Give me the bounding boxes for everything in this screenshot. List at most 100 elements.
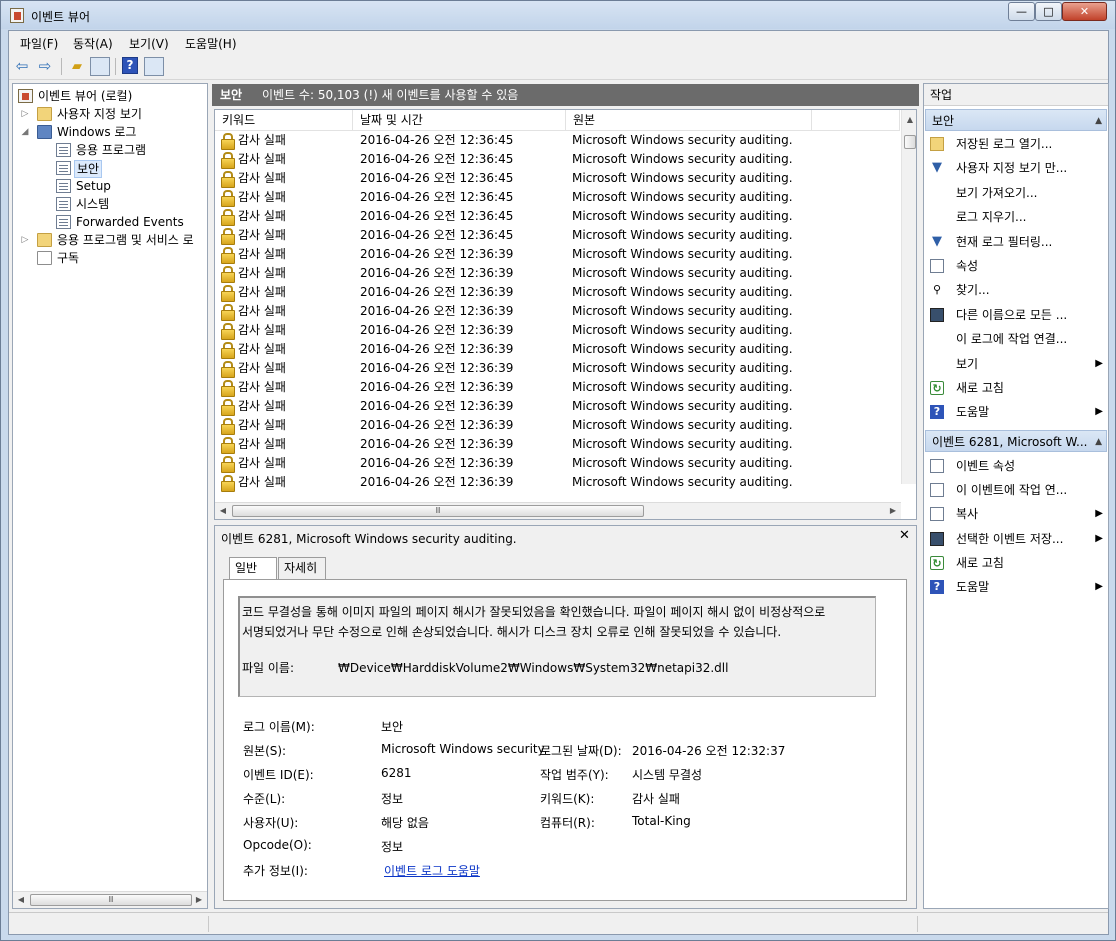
event-row[interactable]: 감사 실패 2016-04-26 오전 12:36:45 Microsoft Win…: [215, 131, 900, 150]
action-item[interactable]: 복사 ▶: [924, 502, 1108, 526]
scroll-thumb[interactable]: [904, 135, 916, 149]
scroll-thumb[interactable]: Ⅲ: [232, 505, 644, 517]
action-item[interactable]: 이 이벤트에 작업 연...: [924, 478, 1108, 502]
action-item[interactable]: 이 로그에 작업 연결...: [924, 327, 1108, 351]
action-item[interactable]: 다른 이름으로 모든 ...: [924, 303, 1108, 327]
event-row[interactable]: 감사 실패 2016-04-26 오전 12:36:39 Microsoft Win…: [215, 473, 900, 492]
actions-title: 작업: [924, 84, 1108, 106]
title-bar[interactable]: 이벤트 뷰어 — □ ✕: [1, 1, 1115, 29]
submenu-arrow-icon: ▶: [1095, 508, 1103, 520]
forward-arrow-icon[interactable]: ⇨: [35, 57, 55, 76]
log-name-label: 로그 이름(M):: [243, 720, 315, 734]
action-label: 저장된 로그 열기...: [956, 137, 1053, 151]
event-row[interactable]: 감사 실패 2016-04-26 오전 12:36:39 Microsoft Win…: [215, 454, 900, 473]
scroll-left-icon[interactable]: ◀: [215, 503, 231, 519]
menu-help[interactable]: 도움말(H): [185, 35, 237, 52]
action-item[interactable]: 보기 가져오기...: [924, 181, 1108, 205]
column-datetime[interactable]: 날짜 및 시간: [353, 110, 566, 130]
event-viewer-icon: [18, 89, 33, 103]
event-row[interactable]: 감사 실패 2016-04-26 오전 12:36:39 Microsoft Win…: [215, 416, 900, 435]
event-source: Microsoft Windows security auditing.: [572, 190, 793, 204]
menu-file[interactable]: 파일(F): [20, 35, 58, 52]
event-row[interactable]: 감사 실패 2016-04-26 오전 12:36:39 Microsoft Win…: [215, 435, 900, 454]
expand-icon[interactable]: ▷: [20, 105, 30, 123]
events-horizontal-scrollbar[interactable]: ◀ Ⅲ ▶: [215, 502, 901, 519]
event-keyword: 감사 실패: [238, 190, 286, 204]
scroll-right-icon[interactable]: ▶: [885, 503, 901, 519]
folder-up-icon[interactable]: ▰: [67, 57, 87, 76]
filter-icon: ▼: [932, 160, 942, 176]
collapse-icon[interactable]: ◢: [20, 123, 30, 141]
help-icon: ?: [930, 580, 944, 594]
event-row[interactable]: 감사 실패 2016-04-26 오전 12:36:39 Microsoft Win…: [215, 302, 900, 321]
expand-icon[interactable]: ▷: [20, 231, 30, 249]
log-icon: [56, 179, 71, 193]
action-item[interactable]: ⚲ 찾기...: [924, 278, 1108, 302]
action-item[interactable]: ↻ 새로 고침: [924, 376, 1108, 400]
tree-item-app-services[interactable]: ▷ 응용 프로그램 및 서비스 로: [16, 231, 206, 249]
event-description[interactable]: 코드 무결성을 통해 이미지 파일의 페이지 해시가 잘못되었음을 확인했습니다…: [238, 596, 876, 697]
scroll-right-icon[interactable]: ▶: [191, 892, 207, 908]
action-item[interactable]: 저장된 로그 열기...: [924, 132, 1108, 156]
help-icon[interactable]: ?: [122, 57, 138, 74]
action-item[interactable]: 이벤트 속성: [924, 454, 1108, 478]
action-item[interactable]: ↻ 새로 고침: [924, 551, 1108, 575]
keywords-label: 키워드(K):: [540, 792, 595, 806]
event-source: Microsoft Windows security auditing.: [572, 228, 793, 242]
tree-item-label: 시스템: [76, 197, 110, 211]
event-row[interactable]: 감사 실패 2016-04-26 오전 12:36:39 Microsoft Win…: [215, 283, 900, 302]
event-log-help-link[interactable]: 이벤트 로그 도움말: [384, 862, 480, 879]
events-vertical-scrollbar[interactable]: ▲: [901, 110, 916, 484]
show-hide-tree-icon[interactable]: [90, 57, 110, 76]
maximize-button[interactable]: □: [1035, 2, 1062, 21]
find-icon: ⚲: [932, 283, 942, 297]
scroll-left-icon[interactable]: ◀: [13, 892, 29, 908]
collapse-icon[interactable]: ▲: [1095, 110, 1102, 130]
action-item[interactable]: ▼ 사용자 지정 보기 만...: [924, 156, 1108, 180]
event-row[interactable]: 감사 실패 2016-04-26 오전 12:36:45 Microsoft Win…: [215, 188, 900, 207]
event-datetime: 2016-04-26 오전 12:36:45: [360, 133, 514, 147]
show-hide-action-pane-icon[interactable]: [144, 57, 164, 76]
tab-general[interactable]: 일반: [229, 557, 277, 580]
action-item[interactable]: 속성: [924, 254, 1108, 278]
tree-item-label: Windows 로그: [57, 125, 137, 139]
event-row[interactable]: 감사 실패 2016-04-26 오전 12:36:45 Microsoft Win…: [215, 169, 900, 188]
actions-section-event[interactable]: 이벤트 6281, Microsoft W... ▲: [925, 430, 1107, 452]
event-row[interactable]: 감사 실패 2016-04-26 오전 12:36:39 Microsoft Win…: [215, 397, 900, 416]
filter-icon: ▼: [932, 233, 942, 249]
action-item[interactable]: 선택한 이벤트 저장... ▶: [924, 527, 1108, 551]
action-item[interactable]: 로그 지우기...: [924, 205, 1108, 229]
event-row[interactable]: 감사 실패 2016-04-26 오전 12:36:45 Microsoft Win…: [215, 226, 900, 245]
collapse-icon[interactable]: ▲: [1095, 431, 1102, 451]
back-arrow-icon[interactable]: ⇦: [12, 57, 32, 76]
event-row[interactable]: 감사 실패 2016-04-26 오전 12:36:39 Microsoft Win…: [215, 340, 900, 359]
action-item[interactable]: 보기 ▶: [924, 352, 1108, 376]
event-source: Microsoft Windows security auditing.: [572, 247, 793, 261]
tab-details[interactable]: 자세히: [278, 557, 326, 579]
menu-view[interactable]: 보기(V): [129, 35, 169, 52]
action-item[interactable]: ? 도움말 ▶: [924, 575, 1108, 599]
close-detail-icon[interactable]: ✕: [899, 528, 910, 543]
action-label: 이 이벤트에 작업 연...: [956, 483, 1068, 498]
event-row[interactable]: 감사 실패 2016-04-26 오전 12:36:39 Microsoft Win…: [215, 378, 900, 397]
column-keyword[interactable]: 키워드: [215, 110, 353, 130]
column-source[interactable]: 원본: [566, 110, 812, 130]
event-row[interactable]: 감사 실패 2016-04-26 오전 12:36:39 Microsoft Win…: [215, 264, 900, 283]
action-item[interactable]: ? 도움말 ▶: [924, 400, 1108, 424]
close-window-button[interactable]: ✕: [1062, 2, 1107, 21]
event-row[interactable]: 감사 실패 2016-04-26 오전 12:36:45 Microsoft Win…: [215, 150, 900, 169]
event-row[interactable]: 감사 실패 2016-04-26 오전 12:36:39 Microsoft Win…: [215, 245, 900, 264]
scroll-thumb[interactable]: Ⅲ: [30, 894, 192, 906]
actions-section-security[interactable]: 보안 ▲: [925, 109, 1107, 131]
event-row[interactable]: 감사 실패 2016-04-26 오전 12:36:45 Microsoft Win…: [215, 207, 900, 226]
event-datetime: 2016-04-26 오전 12:36:45: [360, 171, 514, 185]
event-datetime: 2016-04-26 오전 12:36:45: [360, 190, 514, 204]
menu-action[interactable]: 동작(A): [73, 35, 113, 52]
audit-failure-lock-icon: [221, 190, 235, 207]
action-item[interactable]: ▼ 현재 로그 필터링...: [924, 230, 1108, 254]
tree-horizontal-scrollbar[interactable]: ◀ Ⅲ ▶: [13, 891, 207, 908]
minimize-button[interactable]: —: [1008, 2, 1035, 21]
event-row[interactable]: 감사 실패 2016-04-26 오전 12:36:39 Microsoft Win…: [215, 321, 900, 340]
event-row[interactable]: 감사 실패 2016-04-26 오전 12:36:39 Microsoft Win…: [215, 359, 900, 378]
scroll-up-icon[interactable]: ▲: [902, 112, 916, 128]
